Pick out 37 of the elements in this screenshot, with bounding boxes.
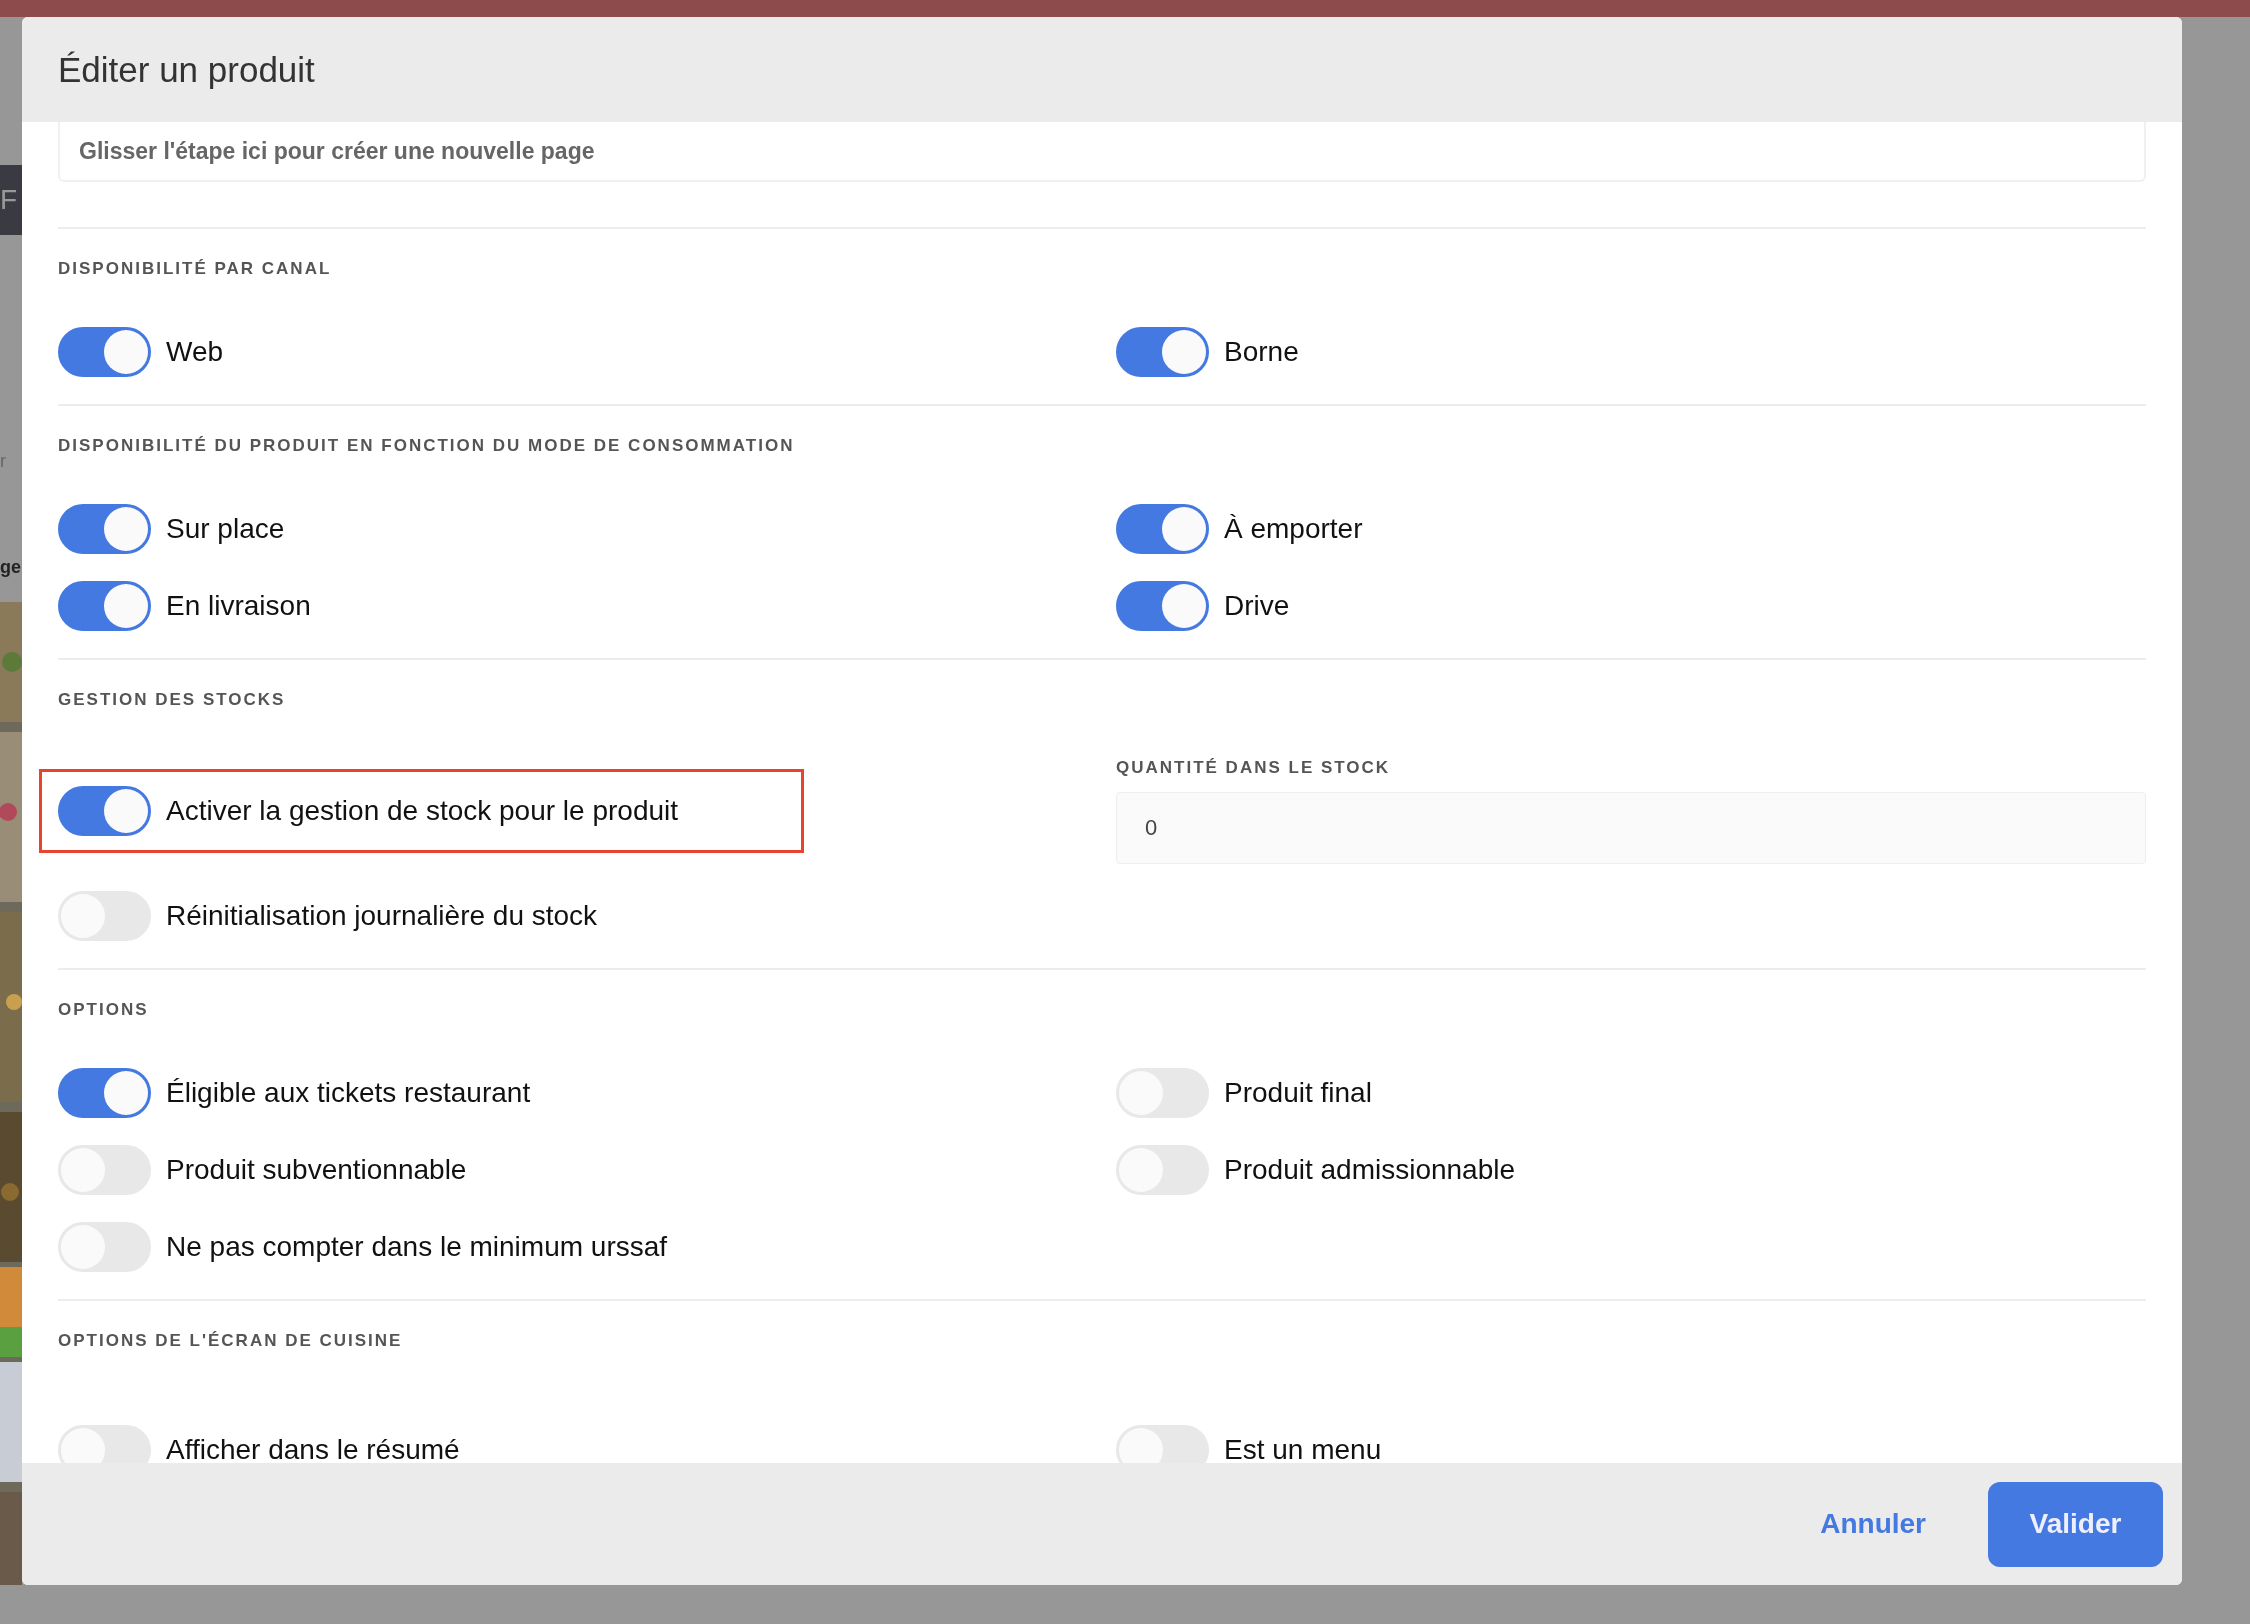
- section-heading: GESTION DES STOCKS: [58, 690, 287, 710]
- quantity-field[interactable]: 0: [1116, 792, 2146, 864]
- toggle-switch[interactable]: [1116, 581, 1209, 631]
- confirm-button[interactable]: Valider: [1988, 1481, 2163, 1567]
- section-heading: DISPONIBILITÉ DU PRODUIT EN FONCTION DU MODE DE CONSOMMATION: [58, 436, 796, 456]
- toggle-switch[interactable]: [1116, 327, 1209, 377]
- toggle-label: Afficher dans le résumé: [166, 1434, 460, 1463]
- cancel-button[interactable]: Annuler: [1820, 1498, 1926, 1550]
- section-heading: OPTIONS DE L'ÉCRAN DE CUISINE: [58, 1331, 404, 1351]
- toggle-switch[interactable]: [58, 786, 151, 836]
- toggle-label: Produit final: [1224, 1077, 1372, 1109]
- background-text: ge: [0, 557, 21, 578]
- drop-zone-text: Glisser l'étape ici pour créer une nouvelle page: [79, 137, 595, 165]
- field-label: QUANTITÉ DANS LE STOCK: [1116, 758, 1392, 778]
- toggle-label: En livraison: [166, 590, 311, 622]
- toggle-label: Éligible aux tickets restaurant: [166, 1077, 531, 1109]
- toggle-label: Activer la gestion de stock pour le produit: [166, 795, 679, 827]
- side-tab[interactable]: F: [0, 165, 22, 235]
- toggle-label: Sur place: [166, 513, 285, 545]
- toggle-label: Drive: [1224, 590, 1290, 622]
- toggle-label: À emporter: [1224, 513, 1363, 545]
- section-heading: OPTIONS: [58, 1000, 150, 1020]
- dialog-title: Éditer un produit: [58, 49, 315, 90]
- toggle-label: Web: [166, 336, 224, 368]
- toggle-label: Réinitialisation journalière du stock: [166, 900, 598, 932]
- toggle-label: Produit subventionnable: [166, 1154, 467, 1186]
- tab-label: F: [0, 184, 18, 216]
- toggle-switch[interactable]: [58, 1068, 151, 1118]
- toggle-label: Borne: [1224, 336, 1299, 368]
- section-heading: DISPONIBILITÉ PAR CANAL: [58, 259, 333, 279]
- toggle-switch[interactable]: [58, 327, 151, 377]
- toggle-switch[interactable]: [58, 504, 151, 554]
- toggle-label: Est un menu: [1224, 1434, 1382, 1463]
- toggle-switch[interactable]: [1116, 504, 1209, 554]
- toggle-label: Ne pas compter dans le minimum urssaf: [166, 1231, 668, 1263]
- toggle-label: Produit admissionnable: [1224, 1154, 1516, 1186]
- toggle-switch[interactable]: [58, 581, 151, 631]
